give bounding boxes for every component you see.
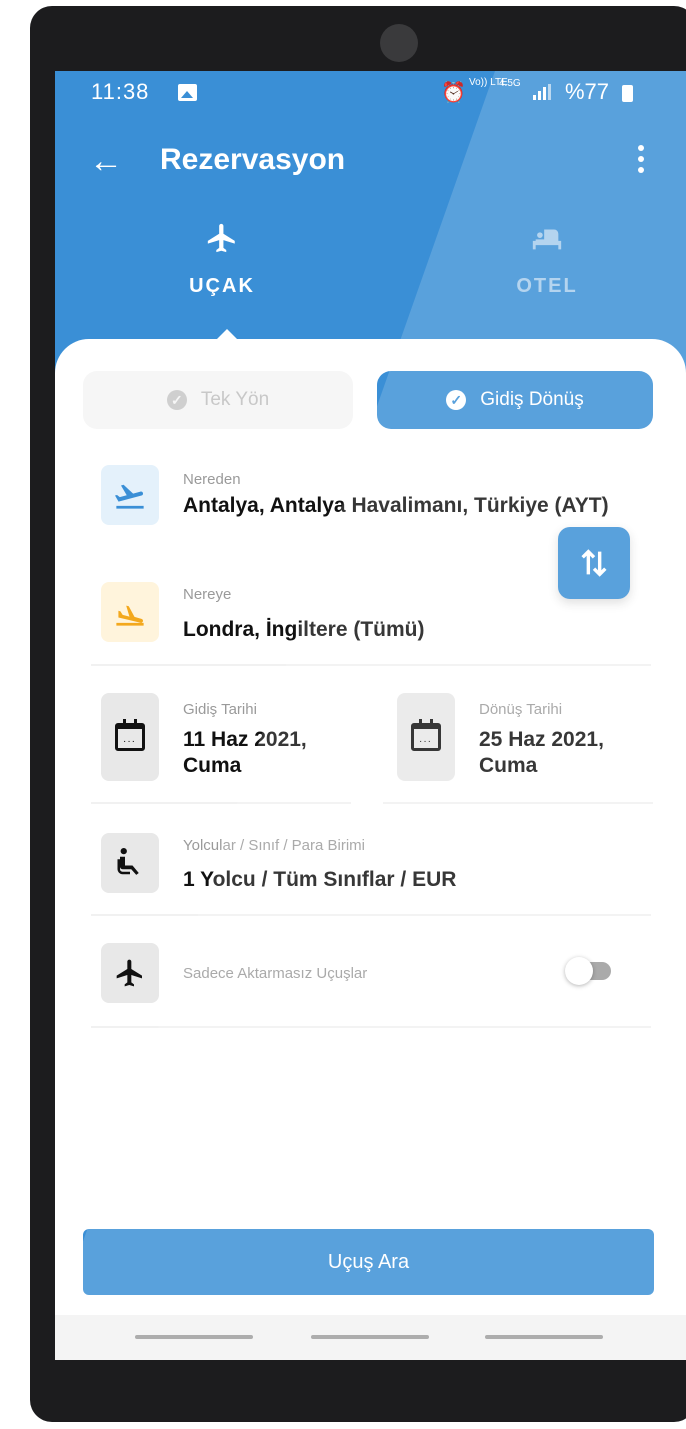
passengers-field[interactable]: Yolcular / Sınıf / Para Birimi 1 Yolcu /… — [91, 829, 651, 901]
divider — [91, 914, 651, 916]
divider — [91, 664, 651, 666]
front-camera — [380, 24, 418, 62]
battery-percent: %77 — [565, 79, 610, 104]
direct-only-toggle[interactable] — [565, 957, 613, 985]
takeoff-icon — [101, 465, 159, 525]
nav-recents[interactable] — [135, 1335, 253, 1339]
round-trip-option[interactable]: ✓ Gidiş Dönüş — [377, 371, 653, 429]
divider — [383, 802, 653, 804]
tab-flight[interactable]: UÇAK — [142, 221, 302, 298]
divider — [91, 1026, 651, 1028]
departure-label: Gidiş Tarihi — [183, 701, 257, 718]
status-time: 11:38 — [91, 79, 150, 104]
page-title: Rezervasyon — [160, 143, 346, 176]
calendar-icon: ··· — [101, 693, 159, 781]
system-nav-bar — [55, 1315, 686, 1360]
one-way-label: Tek Yön — [200, 389, 270, 410]
from-field[interactable]: Nereden Antalya, Antalya Havalimanı, Tür… — [91, 461, 651, 533]
to-label: Nereye — [183, 586, 232, 603]
tab-hotel[interactable]: OTEL — [467, 221, 627, 298]
return-day: Cuma — [479, 754, 538, 777]
status-bar: 11:38 ⏰ Vo)) LTE 4.5G %77 — [55, 71, 686, 115]
to-field[interactable]: Nereye Londra, İngiltere (Tümü) — [91, 576, 651, 654]
return-date-field[interactable]: ··· Dönüş Tarihi 25 Haz 2021, Cuma — [387, 691, 657, 781]
tab-hotel-label: OTEL — [516, 275, 578, 297]
network-type: 4.5G — [499, 78, 521, 89]
direct-only-label: Sadece Aktarmasız Uçuşlar — [183, 965, 368, 982]
from-label: Nereden — [183, 471, 241, 488]
more-vertical-icon[interactable] — [637, 145, 645, 179]
departure-date: 11 Haz 2021, — [183, 728, 307, 751]
return-date: 25 Haz 2021, — [479, 728, 604, 751]
passengers-value: 1 Yolcu / Tüm Sınıflar / EUR — [183, 868, 457, 891]
passengers-label: Yolcular / Sınıf / Para Birimi — [183, 837, 366, 854]
nav-back[interactable] — [485, 1335, 603, 1339]
tab-flight-label: UÇAK — [189, 275, 255, 297]
from-value: Antalya, Antalya Havalimanı, Türkiye (AY… — [183, 494, 609, 517]
landing-icon — [101, 582, 159, 642]
one-way-option[interactable]: ✓ Tek Yön — [83, 371, 353, 429]
app-screen: 11:38 ⏰ Vo)) LTE 4.5G %77 ← Rezervasyon … — [55, 71, 686, 1360]
search-flights-button[interactable]: Uçuş Ara — [83, 1229, 654, 1295]
bed-icon — [467, 221, 627, 265]
gallery-notification-icon — [178, 84, 197, 101]
departure-day: Cuma — [183, 754, 242, 777]
check-circle-icon: ✓ — [446, 390, 467, 410]
airplane-icon — [101, 943, 159, 1003]
active-tab-indicator — [213, 329, 241, 343]
to-value: Londra, İngiltere (Tümü) — [183, 618, 425, 641]
airplane-icon — [142, 221, 302, 265]
return-label: Dönüş Tarihi — [479, 701, 563, 718]
departure-date-field[interactable]: ··· Gidiş Tarihi 11 Haz 2021, Cuma — [91, 691, 361, 781]
toolbar: ← Rezervasyon — [55, 133, 686, 193]
seat-icon — [101, 833, 159, 893]
battery-icon — [622, 85, 633, 102]
arrow-left-icon[interactable]: ← — [89, 141, 123, 181]
signal-icon — [533, 84, 555, 100]
check-circle-icon: ✓ — [166, 390, 187, 410]
alarm-icon: ⏰ — [441, 82, 466, 104]
nav-home[interactable] — [311, 1335, 429, 1339]
calendar-icon: ··· — [397, 693, 455, 781]
round-trip-label: Gidiş Dönüş — [480, 389, 584, 410]
divider — [91, 802, 351, 804]
